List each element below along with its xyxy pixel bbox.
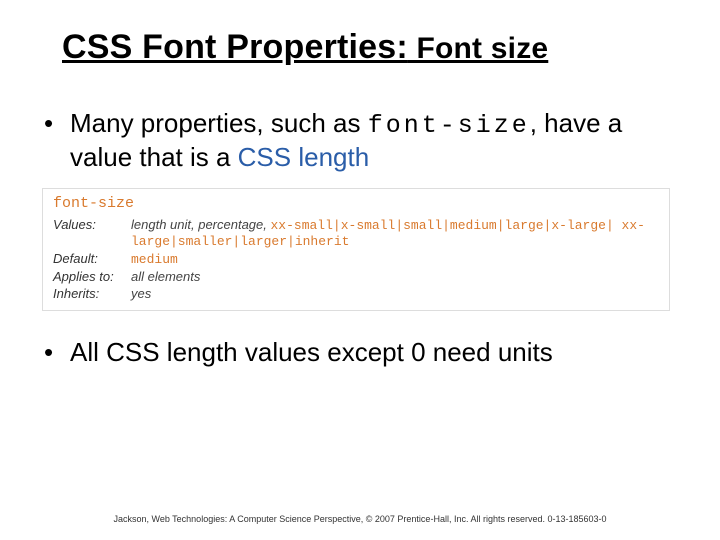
spec-applies-label: Applies to: bbox=[53, 268, 131, 285]
spec-values-lead: length unit, percentage, bbox=[131, 217, 271, 232]
spec-default-value: medium bbox=[131, 250, 659, 268]
css-length-link[interactable]: CSS length bbox=[238, 142, 370, 172]
title-main: CSS Font Properties: bbox=[62, 28, 408, 66]
slide-title: CSS Font Properties: Font size bbox=[62, 28, 720, 67]
bullet-list-2: All CSS length values except 0 need unit… bbox=[42, 337, 662, 368]
property-spec-box: font-size Values: length unit, percentag… bbox=[42, 188, 670, 311]
bullet-1-pre: Many properties, such as bbox=[70, 108, 368, 138]
spec-row-inherits: Inherits: yes bbox=[53, 285, 659, 302]
spec-values-value: length unit, percentage, xx-small|x-smal… bbox=[131, 216, 659, 250]
font-size-code: font-size bbox=[368, 111, 530, 140]
slide: CSS Font Properties: Font size Many prop… bbox=[0, 0, 720, 540]
title-sub: Font size bbox=[408, 32, 548, 65]
spacer bbox=[0, 311, 720, 337]
spec-default-label: Default: bbox=[53, 250, 131, 268]
spec-inherits-value: yes bbox=[131, 285, 659, 302]
spec-row-values: Values: length unit, percentage, xx-smal… bbox=[53, 216, 659, 250]
spec-row-default: Default: medium bbox=[53, 250, 659, 268]
spec-inherits-label: Inherits: bbox=[53, 285, 131, 302]
spec-property-name: font-size bbox=[53, 195, 659, 212]
footer-citation: Jackson, Web Technologies: A Computer Sc… bbox=[0, 514, 720, 524]
bullet-2: All CSS length values except 0 need unit… bbox=[42, 337, 662, 368]
spec-table: Values: length unit, percentage, xx-smal… bbox=[53, 216, 659, 302]
bullet-list-1: Many properties, such as font-size, have… bbox=[42, 107, 662, 174]
spec-values-label: Values: bbox=[53, 216, 131, 250]
spec-row-applies: Applies to: all elements bbox=[53, 268, 659, 285]
bullet-1: Many properties, such as font-size, have… bbox=[42, 107, 662, 174]
spec-applies-value: all elements bbox=[131, 268, 659, 285]
spec-default-kw: medium bbox=[131, 252, 178, 267]
